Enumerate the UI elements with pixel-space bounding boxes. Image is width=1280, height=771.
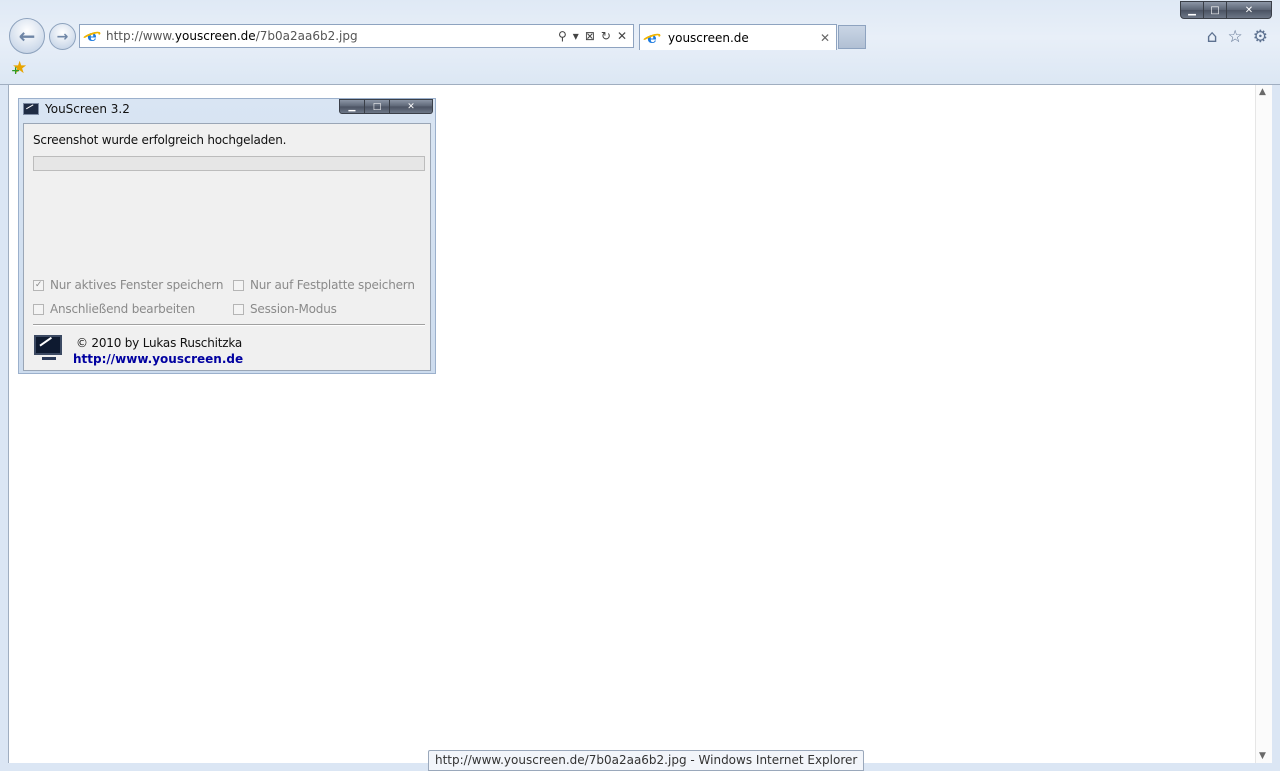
option-label: Nur auf Festplatte speichern <box>250 278 415 292</box>
minimize-icon: ▁ <box>1188 4 1196 16</box>
url-domain: youscreen.de <box>174 29 256 43</box>
minimize-button[interactable]: ▁ <box>1180 1 1204 19</box>
tab-ie-icon: e <box>644 30 660 46</box>
close-icon: ✕ <box>407 101 415 112</box>
browser-toolbar: ▁ □ ✕ ← → e http://www.youscreen.de/7b0a… <box>0 0 1280 85</box>
maximize-icon: □ <box>1210 4 1220 16</box>
tab-label: youscreen.de <box>668 30 749 45</box>
add-favorites-icon[interactable]: ★ + <box>11 58 27 78</box>
upload-progress-bar <box>33 156 425 171</box>
close-button[interactable]: ✕ <box>1227 1 1272 19</box>
forward-button[interactable]: → <box>49 23 76 50</box>
checkbox[interactable] <box>233 303 244 315</box>
forward-arrow-icon: → <box>56 28 69 45</box>
option-label: Anschließend bearbeiten <box>50 302 196 316</box>
monitor-logo-icon <box>34 335 62 360</box>
youscreen-window-controls: ▁ □ ✕ <box>339 99 433 114</box>
back-button[interactable]: ← <box>9 18 45 54</box>
checkbox[interactable]: ✓ <box>33 279 44 291</box>
compatibility-view-icon[interactable]: ⊠ <box>585 29 595 43</box>
command-icons: ⌂ ☆ ⚙ <box>1207 27 1268 47</box>
upload-status-text: Screenshot wurde erfolgreich hochgeladen… <box>33 133 287 147</box>
stop-icon[interactable]: ✕ <box>617 29 627 43</box>
option-session-mode[interactable]: Session-Modus <box>233 302 337 316</box>
home-icon[interactable]: ⌂ <box>1207 27 1218 47</box>
tab-close-icon[interactable]: ✕ <box>820 31 830 45</box>
window-controls: ▁ □ ✕ <box>1180 1 1272 19</box>
option-label: Session-Modus <box>250 302 337 316</box>
maximize-icon: □ <box>372 101 382 112</box>
new-tab-button[interactable] <box>838 25 866 49</box>
back-arrow-icon: ← <box>18 24 36 48</box>
vertical-scrollbar[interactable]: ▲ ▼ <box>1255 85 1272 763</box>
youscreen-maximize-button[interactable]: □ <box>365 99 390 114</box>
checkbox[interactable] <box>233 279 244 291</box>
url-path: /7b0a2aa6b2.jpg <box>255 29 358 43</box>
maximize-button[interactable]: □ <box>1204 1 1227 19</box>
address-tools: ⚲ ▾ ⊠ ↻ ✕ <box>558 29 627 43</box>
search-icon[interactable]: ⚲ <box>558 29 567 43</box>
star-icon[interactable]: ☆ <box>1228 27 1243 47</box>
status-tooltip: http://www.youscreen.de/7b0a2aa6b2.jpg -… <box>428 750 865 771</box>
youscreen-window: YouScreen 3.2 ▁ □ ✕ Screenshot wurde erf… <box>18 98 436 374</box>
scroll-down-icon[interactable]: ▼ <box>1259 751 1266 761</box>
youscreen-close-button[interactable]: ✕ <box>390 99 433 114</box>
youscreen-title: YouScreen 3.2 <box>45 102 130 116</box>
url-text[interactable]: http://www.youscreen.de/7b0a2aa6b2.jpg <box>106 29 558 43</box>
scroll-up-icon[interactable]: ▲ <box>1259 87 1266 97</box>
copyright-text: © 2010 by Lukas Ruschitzka <box>76 336 243 350</box>
dropdown-icon[interactable]: ▾ <box>573 29 579 43</box>
gear-icon[interactable]: ⚙ <box>1253 27 1268 47</box>
url-prefix: http://www. <box>106 29 175 43</box>
separator <box>33 324 425 326</box>
option-label: Nur aktives Fenster speichern <box>50 278 224 292</box>
option-active-window[interactable]: ✓ Nur aktives Fenster speichern <box>33 278 223 292</box>
minimize-icon: ▁ <box>348 101 356 112</box>
favorites-plus-glyph: + <box>11 64 21 77</box>
checkbox[interactable] <box>33 303 44 315</box>
option-edit-after[interactable]: Anschließend bearbeiten <box>33 302 195 316</box>
tab-youscreen[interactable]: e youscreen.de ✕ <box>639 24 837 50</box>
ie-page-icon: e <box>84 28 100 44</box>
refresh-icon[interactable]: ↻ <box>601 29 611 43</box>
close-icon: ✕ <box>1244 4 1254 16</box>
address-bar[interactable]: e http://www.youscreen.de/7b0a2aa6b2.jpg… <box>79 24 634 48</box>
youscreen-minimize-button[interactable]: ▁ <box>339 99 365 114</box>
youscreen-client-area: Screenshot wurde erfolgreich hochgeladen… <box>23 123 431 371</box>
website-link[interactable]: http://www.youscreen.de <box>73 352 243 366</box>
option-disk-only[interactable]: Nur auf Festplatte speichern <box>233 278 415 292</box>
youscreen-app-icon <box>23 103 39 115</box>
